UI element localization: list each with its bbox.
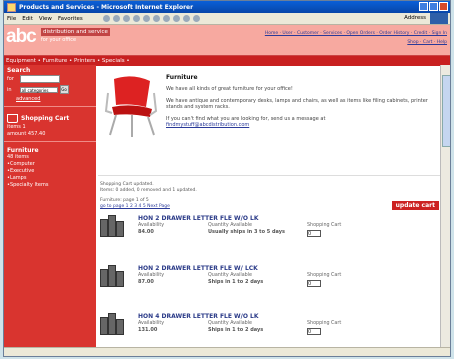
address-label[interactable]: Address: [404, 15, 426, 21]
site-header: abc distribution and service for your of…: [4, 25, 450, 56]
main-content: Furniture We have all kinds of great fur…: [96, 65, 443, 356]
windows-logo: [430, 13, 448, 24]
furniture-count: 48 items: [7, 154, 29, 160]
site-logo[interactable]: abc: [6, 26, 37, 48]
product-availability: Usually ships in 3 to 5 days: [208, 229, 285, 235]
menu-view[interactable]: View: [39, 16, 52, 22]
category-select[interactable]: all categories: [19, 86, 58, 93]
close-icon[interactable]: [439, 2, 448, 11]
title-bar: Products and Services - Microsoft Intern…: [4, 1, 450, 13]
cart-heading[interactable]: Shopping Cart: [21, 115, 69, 122]
favorites-icon[interactable]: [162, 15, 170, 22]
mail-icon[interactable]: [182, 15, 190, 22]
product-name[interactable]: HON 2 DRAWER LETTER FLE W/ LCK: [138, 265, 258, 272]
sidebar: Search for in all categories Go advanced…: [4, 65, 96, 356]
quantity-label: Quantity Available: [208, 273, 252, 278]
ie-icon: [7, 2, 16, 12]
print-icon[interactable]: [192, 15, 200, 22]
quantity-input[interactable]: 0: [307, 230, 321, 237]
top-links: Home · User · Customer · Services · Open…: [265, 29, 447, 47]
intro-text: We have all kinds of great furniture for…: [166, 86, 293, 92]
description-text: We have antique and contemporary desks, …: [166, 98, 428, 110]
product-thumbnail[interactable]: [100, 215, 124, 237]
stop-icon[interactable]: [122, 15, 130, 22]
product-row: HON 2 DRAWER LETTER FLE W/O LK Availabil…: [100, 215, 440, 257]
forward-icon[interactable]: [112, 15, 120, 22]
contact-email-link[interactable]: findmystuff@abcdistribution.com: [166, 122, 436, 128]
product-price: 131.00: [138, 327, 158, 333]
menu-edit[interactable]: Edit: [22, 16, 33, 22]
sidebar-item-specialty[interactable]: •Specialty Items: [4, 182, 96, 189]
toolbar: [102, 15, 200, 22]
availability-label: Availability: [138, 223, 165, 228]
quantity-label: Quantity Available: [208, 321, 252, 326]
sidebar-item-computer[interactable]: •Computer: [4, 161, 96, 168]
maximize-icon[interactable]: [429, 2, 438, 11]
product-thumbnail[interactable]: [100, 313, 124, 335]
sidebar-item-executive[interactable]: •Executive: [4, 168, 96, 175]
status-bar: [4, 347, 450, 356]
window-title: Products and Services - Microsoft Intern…: [19, 3, 194, 11]
back-icon[interactable]: [102, 15, 110, 22]
site-tagline: distribution and service: [41, 28, 110, 36]
cart-amount: amount 457.40: [7, 131, 46, 137]
search-input[interactable]: [19, 75, 60, 83]
quantity-input[interactable]: 0: [307, 280, 321, 287]
product-row: HON 2 DRAWER LETTER FLE W/ LCK Availabil…: [100, 265, 440, 307]
minimize-icon[interactable]: [419, 2, 428, 11]
pagination-links[interactable]: go to page 1 2 3 4 5 Next Page: [100, 204, 170, 210]
search-icon[interactable]: [152, 15, 160, 22]
product-price: 84.00: [138, 229, 154, 235]
product-price: 87.00: [138, 279, 154, 285]
site-tagline-sub: for your office: [41, 37, 77, 43]
menu-favorites[interactable]: Favorites: [58, 16, 83, 22]
quantity-input[interactable]: 0: [307, 328, 321, 335]
product-availability: Ships in 1 to 2 days: [208, 279, 264, 285]
cart-items: items 1: [7, 124, 26, 130]
chair-image: [104, 76, 158, 137]
sidebar-item-lamps[interactable]: •Lamps: [4, 175, 96, 182]
advanced-search-link[interactable]: advanced: [4, 95, 96, 103]
page-title: Furniture: [166, 74, 198, 81]
furniture-heading[interactable]: Furniture: [4, 145, 96, 154]
product-availability: Ships in 1 to 2 days: [208, 327, 264, 333]
search-for-label: for: [7, 76, 14, 82]
product-thumbnail[interactable]: [100, 265, 124, 287]
scrollbar-thumb[interactable]: [442, 75, 450, 147]
browser-window: Products and Services - Microsoft Intern…: [3, 0, 451, 357]
home-icon[interactable]: [142, 15, 150, 22]
cart-label: Shopping Cart: [307, 223, 342, 228]
cart-icon: [7, 114, 18, 123]
search-in-label: in: [7, 86, 12, 93]
quantity-label: Quantity Available: [208, 223, 252, 228]
go-button[interactable]: Go: [59, 85, 69, 94]
vertical-scrollbar[interactable]: [440, 65, 450, 350]
availability-label: Availability: [138, 321, 165, 326]
menu-bar: File Edit View Favorites Address: [4, 13, 450, 25]
cart-status-detail: Items: 0 added, 0 removed and 1 updated.: [100, 188, 197, 193]
top-links-row1[interactable]: Home · User · Customer · Services · Open…: [265, 31, 447, 36]
menu-file[interactable]: File: [7, 16, 16, 22]
top-links-row2[interactable]: Shop · Cart · Help: [407, 40, 447, 45]
search-heading: Search: [7, 67, 31, 74]
cart-label: Shopping Cart: [307, 321, 342, 326]
availability-label: Availability: [138, 273, 165, 278]
cart-label: Shopping Cart: [307, 273, 342, 278]
refresh-icon[interactable]: [132, 15, 140, 22]
product-name[interactable]: HON 4 DRAWER LETTER FLE W/O LK: [138, 313, 259, 320]
history-icon[interactable]: [172, 15, 180, 22]
product-name[interactable]: HON 2 DRAWER LETTER FLE W/O LK: [138, 215, 259, 222]
update-cart-button[interactable]: update cart: [391, 201, 439, 210]
